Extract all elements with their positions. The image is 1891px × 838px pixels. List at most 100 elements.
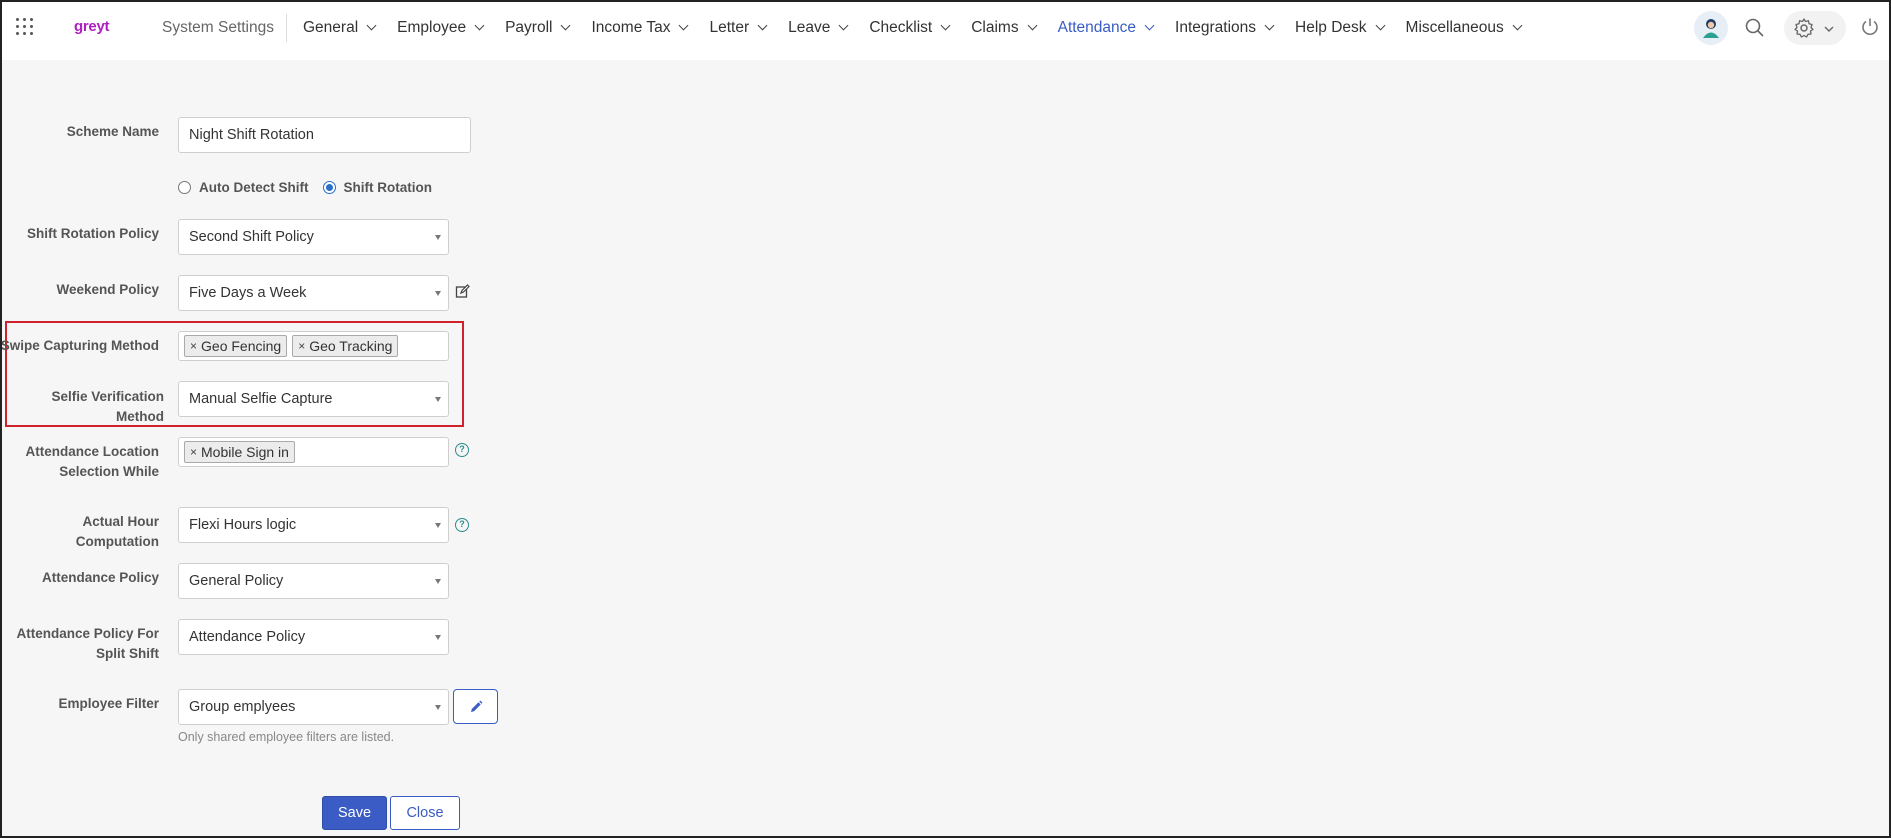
tag-geo-tracking: × Geo Tracking	[292, 335, 399, 357]
avatar[interactable]	[1694, 11, 1728, 45]
tag-label: Mobile Sign in	[201, 444, 289, 460]
nav-label: Miscellaneous	[1405, 19, 1504, 36]
nav-label: Integrations	[1175, 19, 1257, 36]
nav-system-settings-label: System Settings	[162, 19, 274, 36]
selfie-verification-method-value: Manual Selfie Capture	[189, 391, 333, 407]
user-avatar-icon	[1703, 19, 1719, 38]
attendance-policy-select[interactable]: General Policy	[178, 563, 449, 599]
employee-filter-hint: Only shared employee filters are listed.	[178, 730, 395, 744]
chevron-down-icon	[368, 22, 376, 30]
gear-icon	[1794, 18, 1814, 38]
tag-geo-fencing: × Geo Fencing	[184, 335, 288, 357]
nav-letter[interactable]: Letter	[709, 19, 767, 37]
nav-payroll[interactable]: Payroll	[505, 19, 570, 37]
chevron-down-icon	[680, 22, 688, 30]
search-icon[interactable]	[1744, 17, 1766, 39]
chevron-down-icon	[1824, 26, 1834, 32]
swipe-capturing-method-multiselect[interactable]: × Geo Fencing × Geo Tracking	[178, 331, 449, 361]
nav-general[interactable]: General	[303, 19, 376, 37]
attendance-location-label-line1: Attendance Location	[25, 444, 159, 459]
nav-employee[interactable]: Employee	[397, 19, 484, 37]
tag-remove-icon[interactable]: ×	[190, 339, 197, 353]
close-button[interactable]: Close	[390, 796, 460, 830]
attendance-policy-label: Attendance Policy	[41, 570, 159, 585]
nav-miscellaneous[interactable]: Miscellaneous	[1406, 19, 1522, 37]
attendance-location-label-line2: Selection While	[59, 464, 159, 479]
chevron-down-icon	[840, 22, 848, 30]
actual-hour-computation-select[interactable]: Flexi Hours logic	[178, 507, 449, 543]
app-logo[interactable]: greyt	[74, 18, 109, 35]
save-button[interactable]: Save	[322, 796, 387, 830]
shift-rotation-radio[interactable]	[322, 181, 336, 194]
chevron-down-icon	[476, 22, 484, 30]
chevron-down-icon	[1514, 22, 1522, 30]
tag-remove-icon[interactable]: ×	[190, 445, 197, 459]
shift-mode-radio-group: Auto Detect Shift Shift Rotation	[178, 180, 432, 195]
nav-label: Checklist	[869, 19, 933, 36]
power-icon[interactable]	[1859, 16, 1881, 38]
nav-attendance[interactable]: Attendance	[1058, 19, 1154, 37]
selfie-verification-method-select[interactable]: Manual Selfie Capture	[178, 381, 449, 417]
weekend-policy-value: Five Days a Week	[189, 285, 307, 301]
tag-label: Geo Tracking	[309, 338, 393, 354]
shift-rotation-policy-select[interactable]: Second Shift Policy	[178, 219, 449, 255]
nav-label: General	[303, 19, 359, 36]
auto-detect-shift-radio[interactable]	[178, 181, 191, 194]
nav-leave[interactable]: Leave	[788, 19, 848, 37]
chevron-down-icon	[1029, 22, 1037, 30]
employee-filter-select[interactable]: Group emplyees	[178, 689, 449, 725]
nav-label: Income Tax	[591, 19, 671, 36]
nav-help-desk[interactable]: Help Desk	[1295, 19, 1385, 37]
weekend-policy-label: Weekend Policy	[56, 282, 159, 297]
employee-filter-label: Employee Filter	[58, 696, 159, 711]
nav-label: Payroll	[505, 19, 553, 36]
nav-label: Leave	[788, 19, 831, 36]
main-nav: System Settings General Employee Payroll…	[162, 2, 1543, 54]
tag-mobile-sign-in: × Mobile Sign in	[184, 441, 295, 463]
shift-rotation-label[interactable]: Shift Rotation	[344, 180, 432, 195]
apps-grid-icon[interactable]	[16, 18, 34, 36]
nav-income-tax[interactable]: Income Tax	[591, 19, 688, 37]
actual-hour-computation-value: Flexi Hours logic	[189, 517, 297, 533]
nav-label: Help Desk	[1295, 19, 1367, 36]
auto-detect-shift-label[interactable]: Auto Detect Shift	[199, 180, 309, 195]
employee-filter-value: Group emplyees	[189, 699, 296, 715]
nav-claims[interactable]: Claims	[971, 19, 1036, 37]
attendance-policy-split-label-line2: Split Shift	[96, 646, 159, 661]
help-icon[interactable]: ?	[455, 443, 469, 457]
chevron-down-icon	[942, 22, 950, 30]
attendance-location-multiselect[interactable]: × Mobile Sign in	[178, 437, 449, 467]
nav-label: Attendance	[1057, 19, 1137, 36]
nav-system-settings[interactable]: System Settings	[162, 14, 287, 42]
pencil-icon	[471, 700, 483, 712]
nav-label: Claims	[971, 19, 1019, 36]
chevron-down-icon	[562, 22, 570, 30]
weekend-policy-select[interactable]: Five Days a Week	[178, 275, 449, 311]
edit-filter-button[interactable]	[453, 689, 498, 724]
chevron-down-icon	[1377, 22, 1385, 30]
chevron-down-icon	[759, 22, 767, 30]
attendance-policy-split-label-line1: Attendance Policy For	[16, 626, 159, 641]
scheme-name-label: Scheme Name	[66, 124, 159, 139]
swipe-capturing-method-label: Swipe Capturing Method	[0, 338, 159, 353]
attendance-location-label: Attendance Location Selection While	[25, 442, 159, 482]
chevron-down-icon	[1146, 22, 1154, 30]
tag-label: Geo Fencing	[201, 338, 282, 354]
nav-label: Letter	[709, 19, 750, 36]
scheme-name-input[interactable]: Night Shift Rotation	[178, 117, 471, 153]
attendance-policy-split-label: Attendance Policy For Split Shift	[16, 624, 159, 664]
chevron-down-icon	[1266, 22, 1274, 30]
attendance-policy-value: General Policy	[189, 573, 284, 589]
settings-menu[interactable]	[1784, 11, 1846, 45]
tag-remove-icon[interactable]: ×	[298, 339, 305, 353]
attendance-policy-split-value: Attendance Policy	[189, 629, 306, 645]
nav-integrations[interactable]: Integrations	[1175, 19, 1274, 37]
top-navigation-bar: greyt System Settings General Employee P…	[2, 2, 1889, 60]
selfie-verification-method-label: Selfie Verification Method	[51, 389, 164, 424]
nav-checklist[interactable]: Checklist	[869, 19, 950, 37]
attendance-policy-split-select[interactable]: Attendance Policy	[178, 619, 449, 655]
shift-rotation-policy-label: Shift Rotation Policy	[26, 226, 159, 241]
shift-rotation-policy-value: Second Shift Policy	[189, 229, 314, 245]
edit-icon[interactable]	[455, 284, 470, 299]
help-icon[interactable]: ?	[455, 518, 469, 532]
